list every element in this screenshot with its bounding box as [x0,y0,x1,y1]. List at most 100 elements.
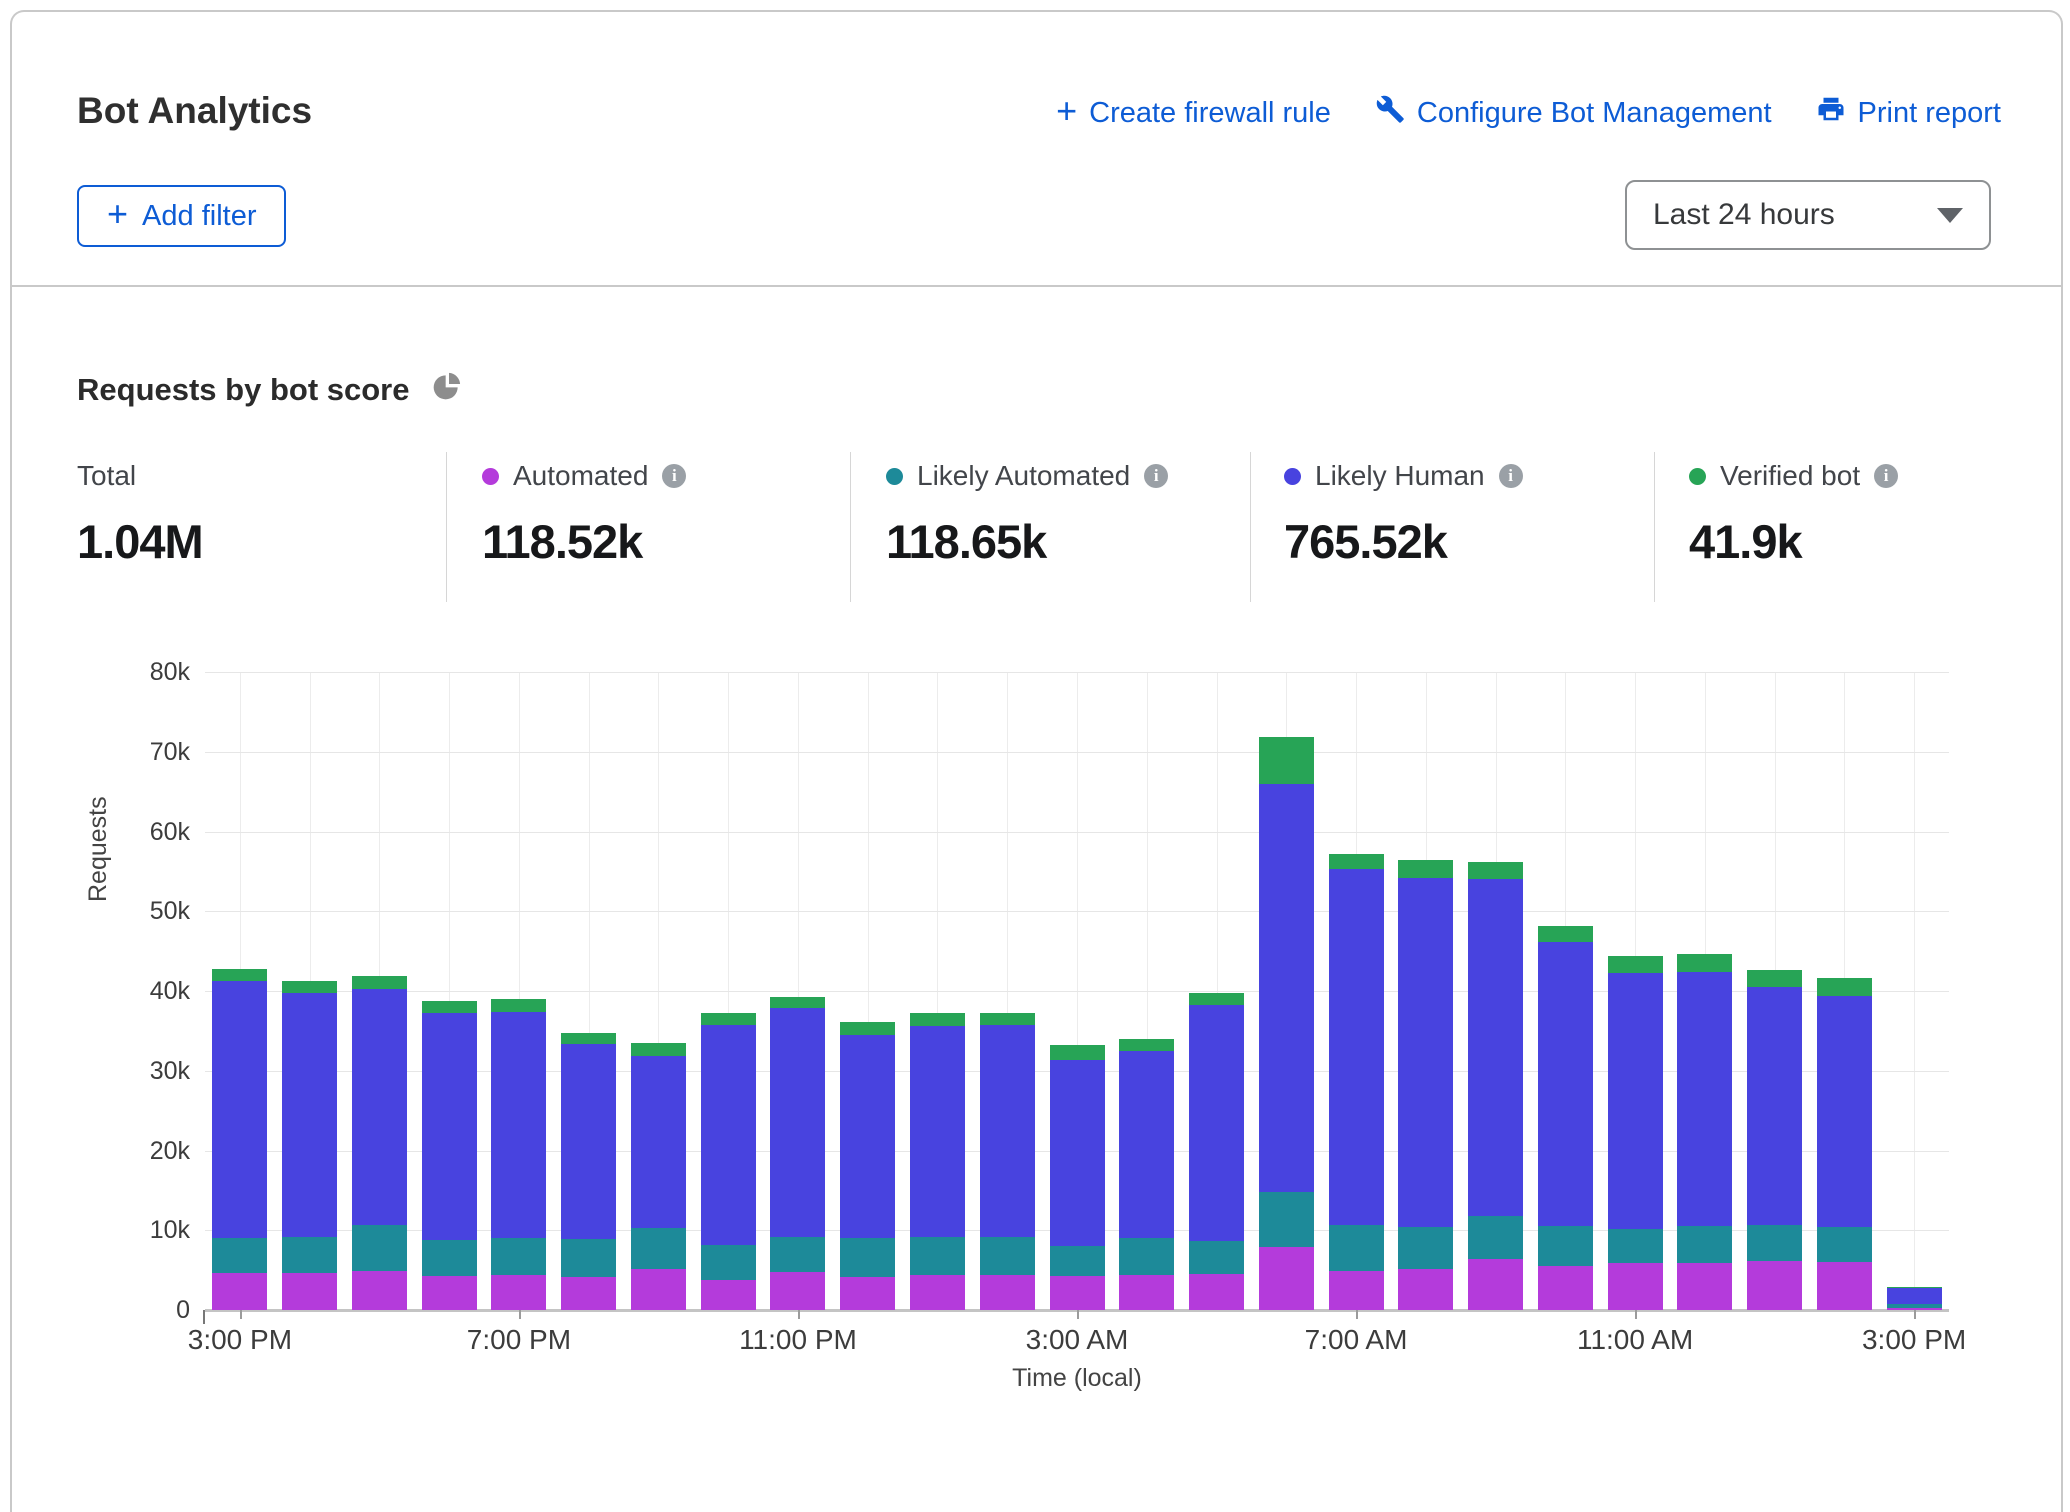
bar-segment-automated [1468,1259,1523,1310]
chart-bar-11-00-am[interactable] [1608,956,1663,1310]
bar-segment-likely-human [1887,1288,1942,1304]
bar-segment-verified-bot [1817,978,1872,996]
bar-segment-likely-human [1538,942,1593,1226]
info-icon[interactable]: i [662,464,686,488]
bar-segment-automated [422,1276,477,1310]
bar-segment-automated [1259,1247,1314,1310]
chart-bar-10-00-am[interactable] [1538,926,1593,1310]
chart-bar-7-00-pm[interactable] [491,999,546,1310]
y-tick-label: 0 [42,1295,190,1325]
chart-bar-3-00-am[interactable] [1050,1045,1105,1310]
chart-bar-3-00-pm[interactable] [212,969,267,1310]
bar-segment-likely-automated [1119,1238,1174,1275]
chart-bar-6-00-pm[interactable] [422,1001,477,1310]
likely-human-legend-dot [1284,468,1301,485]
chart-bar-11-00-pm[interactable] [770,997,825,1310]
bar-segment-likely-human [1747,987,1802,1225]
printer-icon [1816,94,1846,132]
bar-segment-verified-bot [352,976,407,990]
bar-segment-likely-human [701,1025,756,1245]
chart-bar-1-00-pm[interactable] [1747,970,1802,1310]
plus-icon: + [107,193,128,235]
add-filter-label: Add filter [142,200,256,233]
stat-verified-bot: Verified bot i 41.9k [1689,460,1898,569]
bar-segment-automated [1398,1269,1453,1310]
chart-bar-7-00-am[interactable] [1329,854,1384,1310]
bar-segment-likely-automated [1747,1225,1802,1261]
wrench-icon [1375,94,1405,132]
automated-legend-dot [482,468,499,485]
stat-verified-bot-value: 41.9k [1689,514,1898,569]
info-icon[interactable]: i [1144,464,1168,488]
y-axis-labels: 010k20k30k40k50k60k70k80k [42,672,190,1310]
chart-bar-12-00-pm[interactable] [1677,954,1732,1310]
chart-bar-8-00-am[interactable] [1398,860,1453,1310]
bar-segment-automated [701,1280,756,1310]
stat-likely-human: Likely Human i 765.52k [1284,460,1523,569]
bar-segment-automated [491,1275,546,1310]
chart-bar-4-00-pm[interactable] [282,981,337,1310]
x-tick-label: 3:00 PM [1824,1324,2004,1356]
add-filter-button[interactable]: + Add filter [77,185,286,247]
x-tick-mark [1077,1310,1079,1319]
chart-bar-4-00-am[interactable] [1119,1039,1174,1310]
chart-bar-5-00-am[interactable] [1189,993,1244,1310]
bar-segment-automated [1608,1263,1663,1310]
x-tick-mark [519,1310,521,1319]
stat-divider [446,452,447,602]
bar-segment-verified-bot [212,969,267,982]
bar-segment-likely-human [1677,972,1732,1226]
bar-segment-verified-bot [491,999,546,1012]
y-tick-label: 30k [42,1056,190,1086]
print-report-link[interactable]: Print report [1816,94,2001,132]
bar-segment-verified-bot [1887,1287,1942,1288]
bar-segment-automated [1677,1263,1732,1310]
bar-segment-automated [561,1277,616,1310]
stat-automated-label: Automated [513,460,648,492]
chart-bar-2-00-am[interactable] [980,1013,1035,1310]
bar-segment-automated [352,1271,407,1310]
chart-bar-1-00-am[interactable] [910,1013,965,1310]
chart-bar-8-00-pm[interactable] [561,1033,616,1310]
chart-bar-9-00-am[interactable] [1468,862,1523,1310]
chart-bar-6-00-am[interactable] [1259,737,1314,1310]
likely-automated-legend-dot [886,468,903,485]
bar-segment-likely-automated [910,1237,965,1275]
create-firewall-rule-label: Create firewall rule [1089,97,1331,130]
time-range-value: Last 24 hours [1653,198,1835,232]
bar-segment-verified-bot [1119,1039,1174,1051]
stat-automated-value: 118.52k [482,514,686,569]
bar-segment-likely-automated [1538,1226,1593,1266]
bar-segment-verified-bot [422,1001,477,1014]
chart-bar-2-00-pm[interactable] [1817,978,1872,1310]
pie-chart-icon [431,370,463,410]
chart-bar-3-00-pm[interactable] [1887,1287,1942,1310]
configure-bot-management-label: Configure Bot Management [1417,97,1772,130]
configure-bot-management-link[interactable]: Configure Bot Management [1375,94,1772,132]
stat-automated: Automated i 118.52k [482,460,686,569]
create-firewall-rule-link[interactable]: + Create firewall rule [1056,97,1331,130]
time-range-dropdown[interactable]: Last 24 hours [1625,180,1991,250]
info-icon[interactable]: i [1874,464,1898,488]
chart-bar-12-00-am[interactable] [840,1022,895,1310]
bar-segment-likely-automated [701,1245,756,1279]
chart-bar-9-00-pm[interactable] [631,1043,686,1310]
bar-segment-likely-human [352,989,407,1225]
chart-bar-10-00-pm[interactable] [701,1013,756,1310]
bar-segment-verified-bot [910,1013,965,1027]
bar-segment-automated [980,1275,1035,1310]
bar-segment-likely-human [491,1012,546,1238]
info-icon[interactable]: i [1499,464,1523,488]
y-tick-label: 80k [42,657,190,687]
stat-divider [1654,452,1655,602]
x-axis-origin-tick [203,1310,205,1324]
requests-by-bot-score-chart[interactable] [205,672,1949,1310]
stat-divider [850,452,851,602]
bar-segment-likely-automated [491,1238,546,1275]
bar-segment-likely-automated [1887,1304,1942,1307]
header-actions: + Create firewall rule Configure Bot Man… [1056,94,2001,132]
stat-likely-human-value: 765.52k [1284,514,1523,569]
bar-segment-likely-automated [840,1238,895,1277]
chart-bar-5-00-pm[interactable] [352,976,407,1310]
bar-segment-likely-human [770,1008,825,1237]
